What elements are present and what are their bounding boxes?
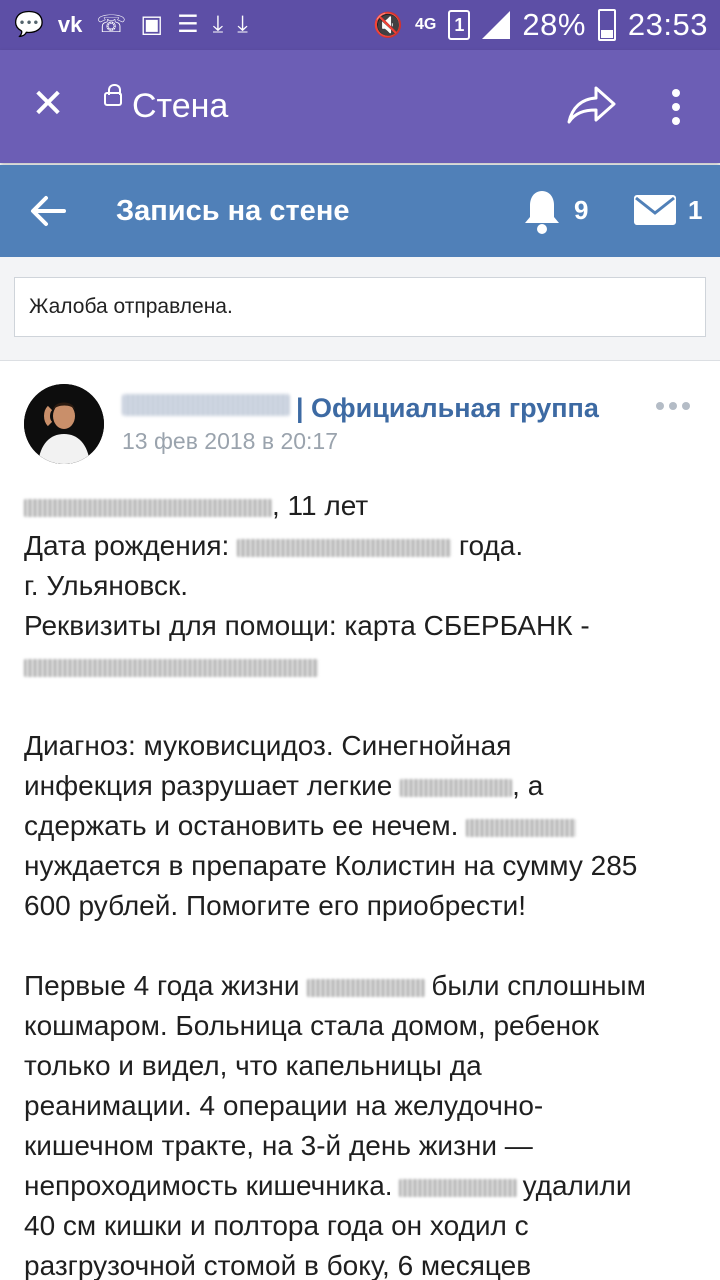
vk-icon: vk (57, 12, 83, 37)
redacted-text (24, 498, 272, 517)
page-title: Стена (132, 87, 229, 125)
clock: 23:53 (627, 7, 708, 42)
bell-icon[interactable] (522, 187, 562, 235)
text-line: только и видел, что капельницы да (24, 1050, 482, 1081)
text-line: Диагноз: муковисцидоз. Синегнойная (24, 730, 512, 761)
post-text: , 11 лет Дата рождения: года. г. Ульянов… (24, 486, 704, 1280)
notifications-count: 9 (574, 195, 589, 225)
section-title: Запись на стене (116, 195, 350, 227)
redacted-text (398, 1178, 517, 1197)
text-line (24, 646, 704, 686)
text-line: 40 см кишки и полтора года он ходил с (24, 1210, 529, 1241)
text-line: нуждается в препарате Колистин на сумму … (24, 850, 638, 881)
text-line: Первые 4 года жизни были сплошным (24, 970, 646, 1001)
text-line: , 11 лет (24, 486, 704, 526)
app-bar: ✕ Стена (0, 50, 720, 163)
author-name[interactable]: | Официальная группа (296, 390, 599, 426)
more-vertical-icon[interactable] (662, 86, 690, 128)
text-line: Дата рождения: года. (24, 530, 524, 561)
redacted-text (400, 778, 513, 797)
text-line: разгрузочной стомой в боку, 6 месяцев (24, 1250, 532, 1280)
vk-header: Запись на стене 9 1 (0, 165, 720, 257)
storage-icon: ☰ (177, 11, 199, 38)
sim-indicator: 1 (448, 10, 471, 40)
avatar-image (24, 384, 104, 464)
download-icon: ⤓ (212, 11, 224, 38)
notification-icons: 💬 vk ☏ ▣ ☰ ⤓ ⤓ (14, 8, 248, 42)
share-icon[interactable] (566, 84, 618, 128)
text-line: г. Ульяновск. (24, 570, 188, 601)
text-line: кошмаром. Больница стала домом, ребенок (24, 1010, 599, 1041)
redacted-text (307, 978, 426, 997)
text-line: непроходимость кишечника. удалили (24, 1170, 632, 1201)
image-icon: ▣ (140, 11, 164, 38)
redacted-card-number (24, 658, 318, 677)
post-menu-icon[interactable] (656, 402, 690, 410)
post-date[interactable]: 13 фев 2018 в 20:17 (122, 424, 338, 458)
back-arrow-icon[interactable] (28, 191, 68, 231)
avatar[interactable] (24, 384, 104, 464)
text-line: инфекция разрушает легкие , а (24, 770, 544, 801)
report-sent-notice: Жалоба отправлена. (14, 277, 706, 337)
status-bar: 💬 vk ☏ ▣ ☰ ⤓ ⤓ 🔇 4G 1 28% 23:53 (0, 0, 720, 50)
lock-icon (104, 84, 122, 106)
signal-icon (482, 11, 511, 39)
wall-post: | Официальная группа 13 фев 2018 в 20:17… (0, 362, 720, 1280)
text-line: реанимации. 4 операции на желудочно- (24, 1090, 544, 1121)
redacted-text (237, 538, 452, 557)
author-name-redacted[interactable] (122, 394, 290, 416)
battery-percent: 28% (522, 7, 586, 42)
text-line: сдержать и остановить ее нечем. (24, 806, 704, 846)
text-line: Реквизиты для помощи: карта СБЕРБАНК - (24, 610, 590, 641)
system-indicators: 🔇 4G 1 28% 23:53 (373, 6, 708, 44)
messages-count: 1 (688, 195, 703, 225)
mute-icon: 🔇 (373, 11, 404, 39)
download-icon: ⤓ (237, 11, 248, 38)
text-line: кишечном тракте, на 3-й день жизни — (24, 1130, 533, 1161)
redacted-text (466, 818, 577, 837)
message-icon: 💬 (14, 11, 44, 38)
notice-area: Жалоба отправлена. (0, 257, 720, 361)
network-type: 4G (415, 16, 437, 33)
viber-icon: ☏ (96, 11, 127, 38)
close-icon[interactable]: ✕ (28, 84, 68, 124)
text-line: 600 рублей. Помогите его приобрести! (24, 890, 527, 921)
battery-icon (597, 9, 616, 41)
mail-icon[interactable] (634, 195, 676, 225)
